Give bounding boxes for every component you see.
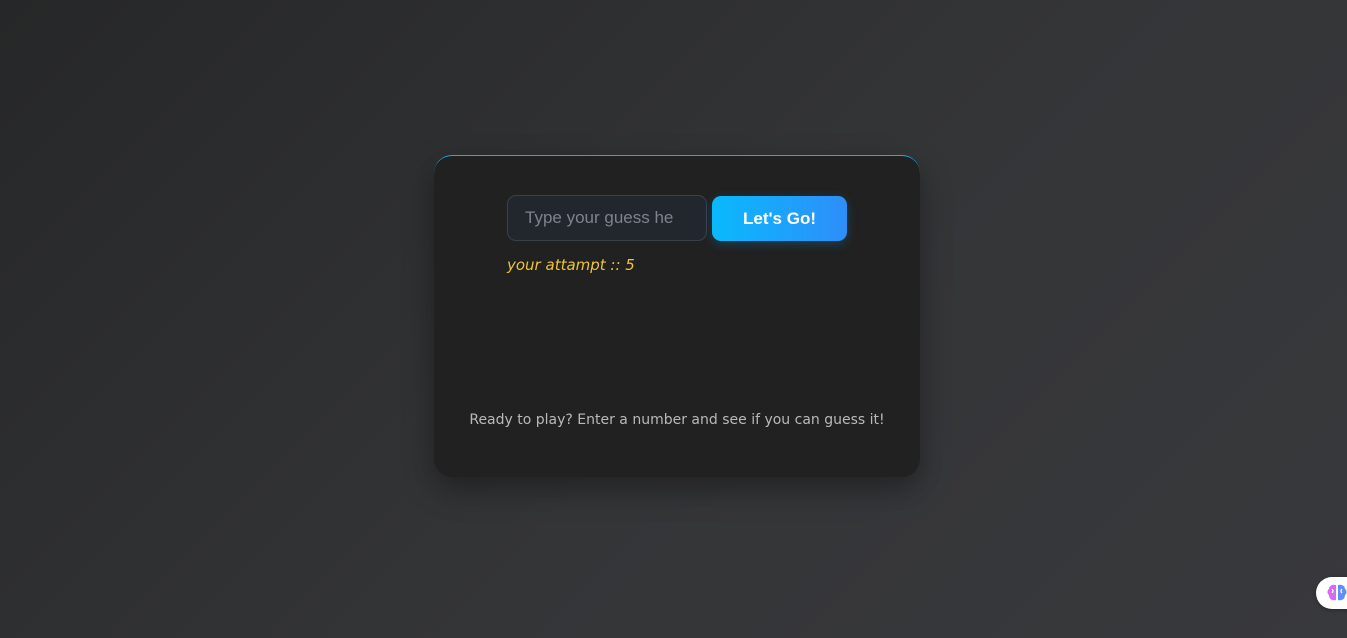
guess-input[interactable] [507,195,707,241]
brain-icon [1327,584,1347,601]
extension-widget[interactable] [1316,577,1347,609]
attempt-counter: your attampt :: 5 [507,256,635,274]
lets-go-button[interactable]: Let's Go! [712,196,847,241]
status-message: Ready to play? Enter a number and see if… [469,412,885,428]
game-card: Let's Go! your attampt :: 5 Ready to pla… [434,155,920,477]
